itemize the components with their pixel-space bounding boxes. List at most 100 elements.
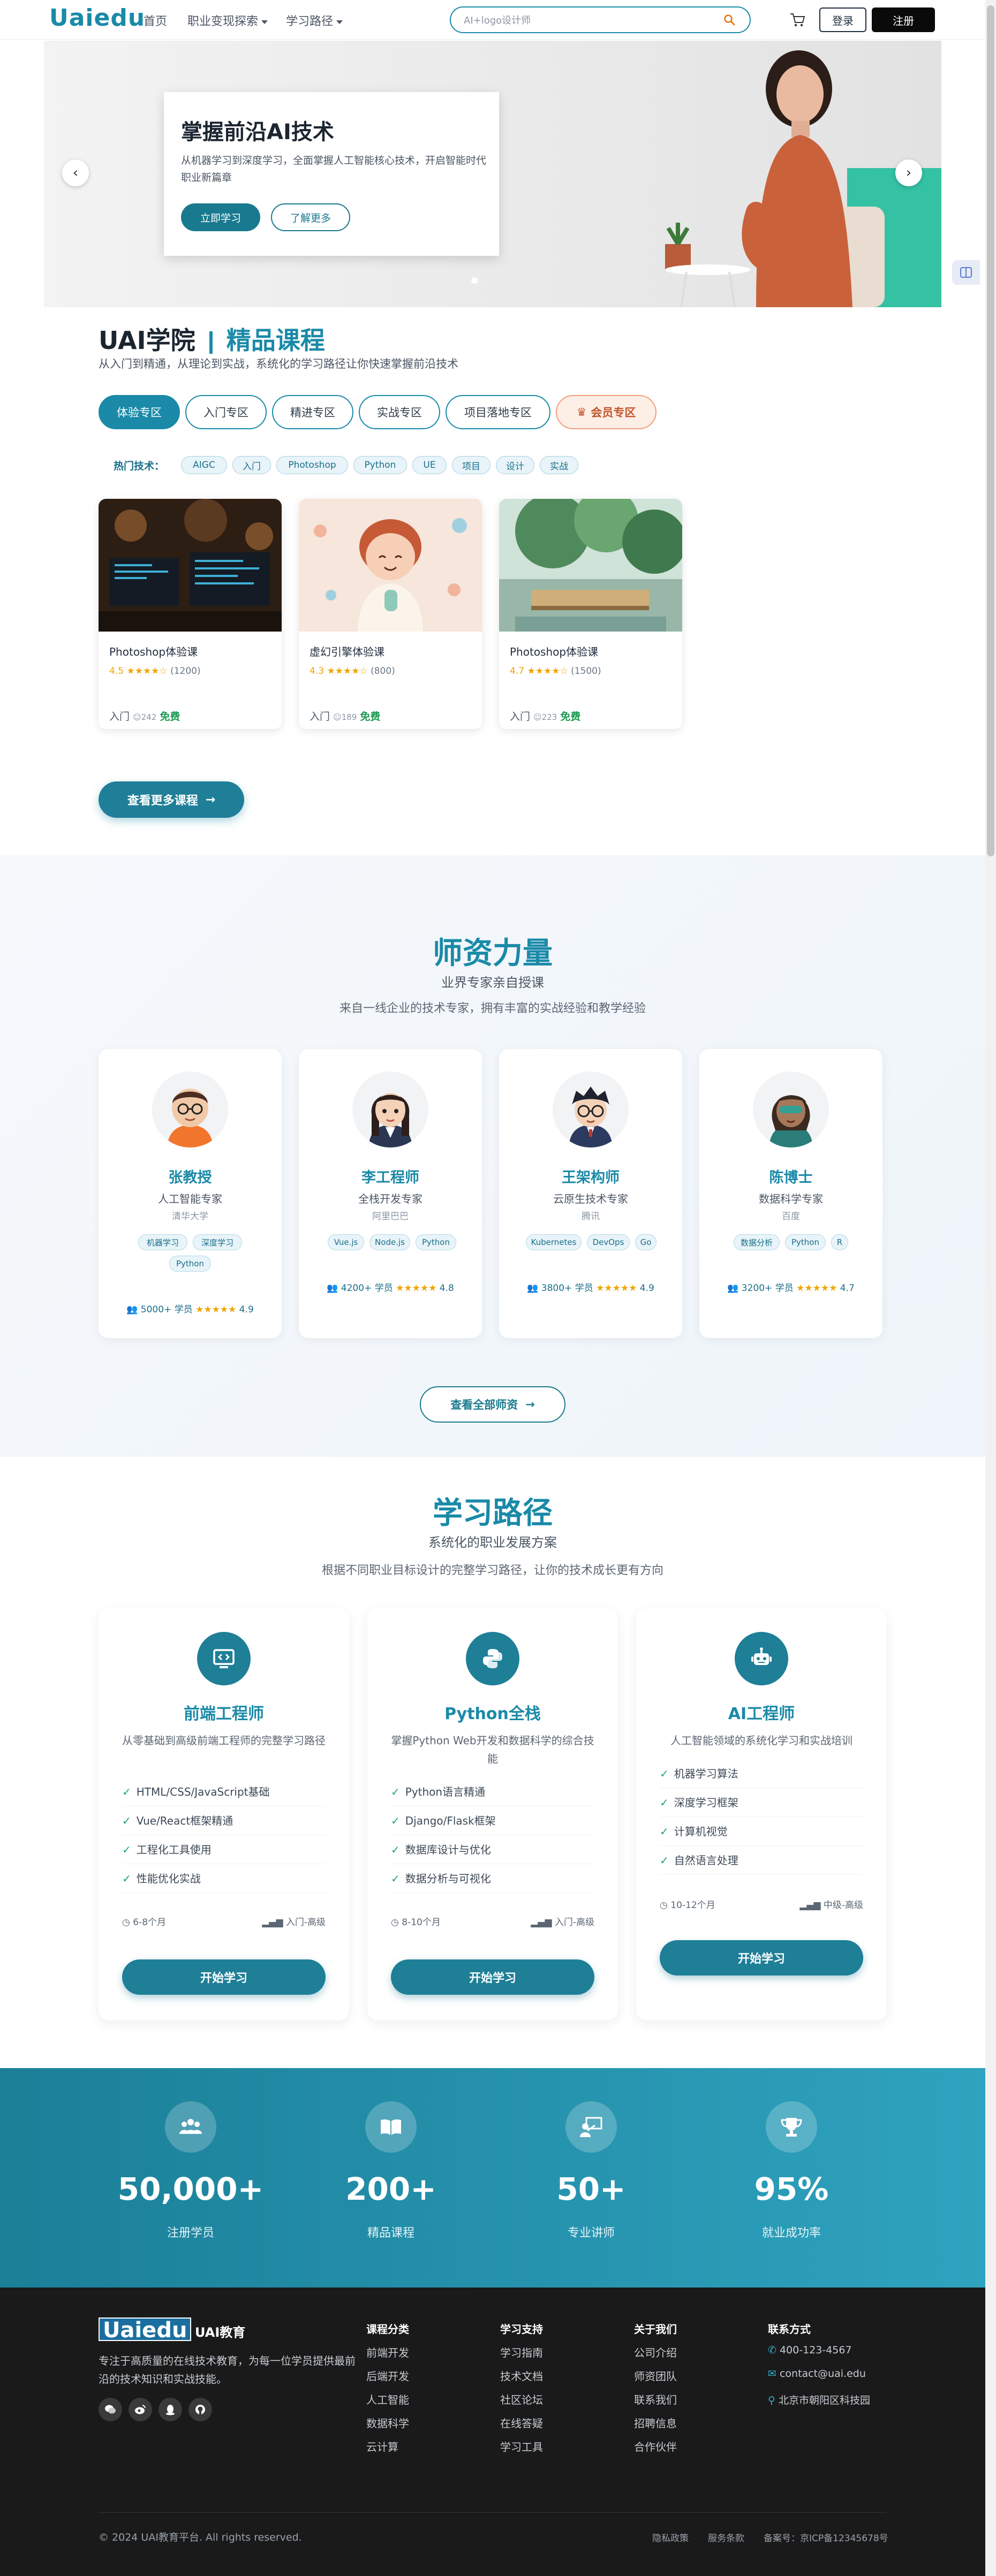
crown-icon: ♛ <box>576 406 587 419</box>
footer-link[interactable]: 数据科学 <box>366 2415 409 2430</box>
course-card[interactable]: Photoshop体验课 4.7 ★★★★☆ (1500) 入门 ☺223 免费 <box>499 499 682 729</box>
nav-career[interactable]: 职业变现探索 <box>187 12 268 29</box>
hot-tag[interactable]: 项目 <box>452 456 491 474</box>
footer-link[interactable]: 前端开发 <box>366 2344 409 2360</box>
carousel-next-button[interactable]: › <box>895 159 922 186</box>
footer-link[interactable]: 人工智能 <box>366 2391 409 2407</box>
footer-link[interactable]: 公司介绍 <box>634 2344 677 2360</box>
footer-link[interactable]: 后端开发 <box>366 2368 409 2383</box>
login-button[interactable]: 登录 <box>819 7 866 32</box>
footer-link[interactable]: 在线答疑 <box>500 2415 543 2430</box>
course-meta: 入门 ☺189 免费 <box>310 709 380 723</box>
footer-link[interactable]: 师资团队 <box>634 2368 677 2383</box>
carousel-prev-button[interactable]: ‹ <box>62 159 89 186</box>
more-courses-button[interactable]: 查看更多课程 → <box>99 781 244 818</box>
footer-link[interactable]: 学习工具 <box>500 2438 543 2454</box>
hot-tag[interactable]: 入门 <box>232 456 271 474</box>
nav-path[interactable]: 学习路径 <box>286 12 343 29</box>
path-duration: ◷ 6-8个月 <box>122 1914 166 1928</box>
carousel-dot[interactable] <box>471 277 478 284</box>
hot-tag[interactable]: 实战 <box>540 456 578 474</box>
teacher-stars: ★★★★★ <box>796 1283 837 1294</box>
footer-link[interactable]: 学习指南 <box>500 2344 543 2360</box>
privacy-link[interactable]: 隐私政策 <box>652 2531 689 2544</box>
course-card[interactable]: Photoshop体验课 4.5 ★★★★☆ (1200) 入门 ☺242 免费 <box>99 499 282 729</box>
hot-tag[interactable]: Photoshop <box>276 456 348 474</box>
path-level-value: 入门-高级 <box>285 1917 326 1928</box>
check-icon: ✓ <box>660 1796 669 1809</box>
start-path-button[interactable]: 开始学习 <box>391 1959 594 1995</box>
path-level: ▂▄▆ 中级-高级 <box>799 1897 863 1911</box>
teachers-title: 师资力量 <box>433 936 553 971</box>
terms-link[interactable]: 服务条款 <box>708 2531 744 2544</box>
rating-stars: ★★★★☆ <box>327 666 368 677</box>
teacher-icon <box>565 2101 617 2153</box>
teachers-subtitle: 业界专家亲自授课 <box>441 975 544 990</box>
course-thumbnail <box>99 499 282 632</box>
tab-practice[interactable]: 实战专区 <box>359 395 440 429</box>
python-icon <box>466 1632 519 1685</box>
register-button[interactable]: 注册 <box>872 7 935 32</box>
learn-more-button[interactable]: 了解更多 <box>271 203 350 231</box>
footer-link[interactable]: 合作伙伴 <box>634 2438 677 2454</box>
course-card[interactable]: 虚幻引擎体验课 4.3 ★★★★☆ (800) 入门 ☺189 免费 <box>299 499 482 729</box>
trophy-icon <box>766 2101 817 2153</box>
search-icon[interactable] <box>723 13 736 26</box>
footer-link[interactable]: 云计算 <box>366 2438 398 2454</box>
hot-tag[interactable]: Python <box>353 456 407 474</box>
start-path-button[interactable]: 开始学习 <box>122 1959 326 1995</box>
nav-home[interactable]: 首页 <box>144 12 167 29</box>
scrollbar-thumb[interactable] <box>987 5 994 856</box>
tab-advanced[interactable]: 精进专区 <box>272 395 353 429</box>
check-icon: ✓ <box>391 1843 400 1856</box>
stat-label: 注册学员 <box>167 2227 214 2240</box>
float-panel-icon[interactable] <box>952 260 980 285</box>
hot-tag[interactable]: AIGC <box>181 456 227 474</box>
tab-beginner[interactable]: 入门专区 <box>185 395 267 429</box>
github-icon[interactable] <box>188 2398 212 2421</box>
path-item: ✓ Django/Flask框架 <box>391 1806 594 1835</box>
teacher-avatar <box>352 1072 428 1148</box>
path-item: ✓ 深度学习框架 <box>660 1788 863 1817</box>
start-learning-button[interactable]: 立即学习 <box>181 203 260 231</box>
course-level: 入门 <box>109 711 130 723</box>
teacher-card[interactable]: 王架构师 云原生技术专家 腾讯 Kubernetes DevOps Go 👥 3… <box>499 1049 682 1338</box>
tab-vip[interactable]: ♛ 会员专区 <box>556 395 657 429</box>
start-path-button[interactable]: 开始学习 <box>660 1940 863 1975</box>
path-duration-value: 8-10个月 <box>402 1917 441 1928</box>
copyright: © 2024 UAI教育平台. All rights reserved. <box>99 2532 302 2543</box>
cart-icon[interactable] <box>788 11 806 29</box>
stat-label: 精品课程 <box>367 2227 414 2240</box>
teacher-tag: Python <box>169 1256 211 1272</box>
teacher-card[interactable]: 张教授 人工智能专家 清华大学 机器学习 深度学习 Python 👥 5000+… <box>99 1049 282 1338</box>
hero-carousel: 掌握前沿AI技术 从机器学习到深度学习，全面掌握人工智能核心技术，开启智能时代职… <box>44 41 941 307</box>
stat-value: 95% <box>754 2171 829 2207</box>
footer-link[interactable]: 招聘信息 <box>634 2415 677 2430</box>
footer-link[interactable]: 技术文档 <box>500 2368 543 2383</box>
teacher-card[interactable]: 陈博士 数据科学专家 百度 数据分析 Python R 👥 3200+ 学员 ★… <box>699 1049 882 1338</box>
icp-link[interactable]: 备案号：京ICP备12345678号 <box>764 2531 888 2544</box>
hot-tag[interactable]: 设计 <box>496 456 534 474</box>
course-meta: 入门 ☺223 免费 <box>510 709 580 723</box>
hot-tag[interactable]: UE <box>412 456 447 474</box>
qq-icon[interactable] <box>159 2398 182 2421</box>
all-teachers-button[interactable]: 查看全部师资 → <box>420 1386 565 1423</box>
contact-address-value: 北京市朝阳区科技园 <box>778 2395 870 2406</box>
path-item: ✓ 计算机视觉 <box>660 1817 863 1846</box>
tab-project[interactable]: 项目落地专区 <box>446 395 550 429</box>
wechat-icon[interactable] <box>99 2398 122 2421</box>
footer-link[interactable]: 联系我们 <box>634 2391 677 2407</box>
footer-link[interactable]: 社区论坛 <box>500 2391 543 2407</box>
teacher-stars: ★★★★★ <box>195 1304 237 1315</box>
nav-career-label: 职业变现探索 <box>187 15 259 28</box>
teacher-card[interactable]: 李工程师 全栈开发专家 阿里巴巴 Vue.js Node.js Python 👥… <box>299 1049 482 1338</box>
user-icon: ☺ <box>133 712 141 722</box>
search-input[interactable] <box>464 13 721 28</box>
tab-experience[interactable]: 体验专区 <box>99 395 180 429</box>
weibo-icon[interactable] <box>129 2398 152 2421</box>
nav-path-label: 学习路径 <box>286 15 334 28</box>
site-logo[interactable]: Uaiedu <box>49 4 145 32</box>
footer-logo[interactable]: Uaiedu <box>99 2317 192 2342</box>
teacher-name: 张教授 <box>168 1169 212 1186</box>
teachers-desc: 来自一线企业的技术专家，拥有丰富的实战经验和教学经验 <box>339 1002 646 1015</box>
